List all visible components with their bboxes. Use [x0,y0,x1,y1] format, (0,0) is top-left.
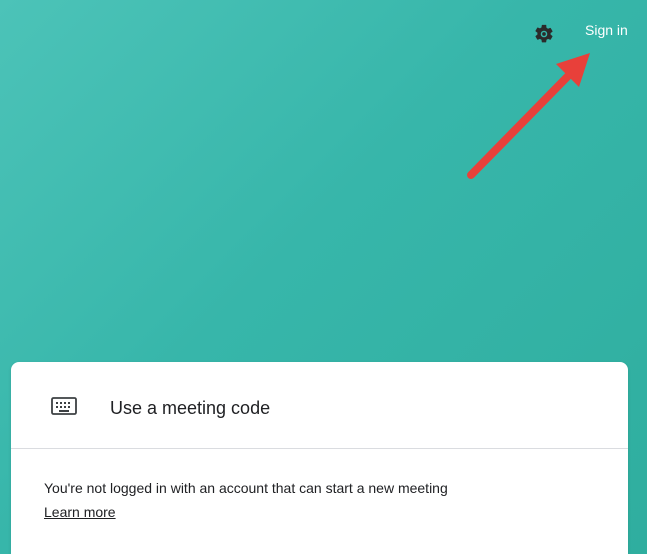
gear-icon [535,24,553,43]
arrow-shaft [467,68,576,179]
use-meeting-code-button[interactable]: Use a meeting code [11,362,628,448]
meeting-card: Use a meeting code You're not logged in … [11,362,628,554]
sign-in-button[interactable]: Sign in [585,22,628,38]
arrow-head [556,53,590,87]
keyboard-icon [51,397,77,415]
use-meeting-code-label: Use a meeting code [110,398,271,418]
meet-landing-screen: Sign in Use a meeting code You're not lo… [0,0,647,554]
settings-button[interactable] [531,21,557,47]
card-divider [11,448,628,449]
learn-more-link[interactable]: Learn more [44,504,116,520]
not-logged-in-message: You're not logged in with an account tha… [44,480,448,496]
